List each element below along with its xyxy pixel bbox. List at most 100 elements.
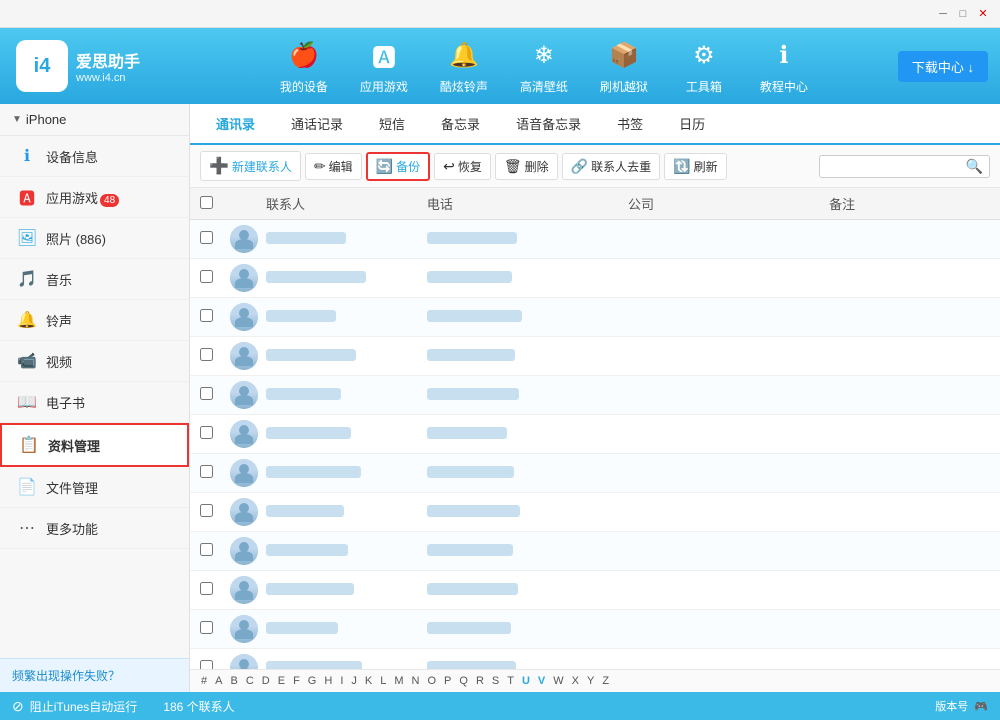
alpha-G[interactable]: G: [305, 674, 320, 688]
check-6[interactable]: [200, 465, 213, 478]
nav-item-apps-games[interactable]: 🅰 应用游戏: [344, 28, 424, 104]
find-duplicates-button[interactable]: 🔗 联系人去重: [562, 153, 660, 180]
row-checkbox-1[interactable]: [200, 270, 230, 286]
check-4[interactable]: [200, 387, 213, 400]
check-10[interactable]: [200, 621, 213, 634]
check-7[interactable]: [200, 504, 213, 517]
tab-contacts[interactable]: 通讯录: [198, 104, 273, 145]
close-button[interactable]: ✕: [974, 5, 992, 23]
alpha-Y[interactable]: Y: [584, 674, 597, 688]
sidebar-help[interactable]: 频繁出现操作失败？: [0, 658, 189, 692]
sidebar-item-device-info[interactable]: ℹ 设备信息: [0, 136, 189, 177]
alpha-V[interactable]: V: [535, 674, 548, 688]
sidebar-item-file-mgmt[interactable]: 📄 文件管理: [0, 467, 189, 508]
alpha-Q[interactable]: Q: [456, 674, 471, 688]
alpha-C[interactable]: C: [243, 674, 257, 688]
download-button[interactable]: 下载中心 ↓: [898, 51, 988, 82]
table-row[interactable]: [190, 571, 1000, 610]
new-contact-button[interactable]: ➕ 新建联系人: [200, 151, 301, 181]
row-checkbox-10[interactable]: [200, 621, 230, 637]
alpha-R[interactable]: R: [473, 674, 487, 688]
row-checkbox-6[interactable]: [200, 465, 230, 481]
row-checkbox-11[interactable]: [200, 660, 230, 669]
sidebar-item-photos[interactable]: 🖼 照片 (886): [0, 218, 189, 259]
check-11[interactable]: [200, 660, 213, 669]
alpha-H[interactable]: H: [321, 674, 335, 688]
row-checkbox-8[interactable]: [200, 543, 230, 559]
search-box[interactable]: 🔍: [819, 155, 990, 178]
check-2[interactable]: [200, 309, 213, 322]
alpha-N[interactable]: N: [409, 674, 423, 688]
table-row[interactable]: [190, 532, 1000, 571]
minimize-button[interactable]: ─: [934, 5, 952, 23]
table-row[interactable]: [190, 454, 1000, 493]
alpha-X[interactable]: X: [569, 674, 582, 688]
check-8[interactable]: [200, 543, 213, 556]
table-row[interactable]: [190, 298, 1000, 337]
alpha-D[interactable]: D: [259, 674, 273, 688]
sidebar-item-ebooks[interactable]: 📖 电子书: [0, 382, 189, 423]
row-checkbox-3[interactable]: [200, 348, 230, 364]
nav-item-wallpaper[interactable]: ❄ 高清壁纸: [504, 28, 584, 104]
row-checkbox-9[interactable]: [200, 582, 230, 598]
row-checkbox-2[interactable]: [200, 309, 230, 325]
table-row[interactable]: [190, 337, 1000, 376]
alpha-J[interactable]: J: [348, 674, 360, 688]
table-row[interactable]: [190, 220, 1000, 259]
tab-notes[interactable]: 备忘录: [423, 104, 498, 145]
alpha-B[interactable]: B: [227, 674, 240, 688]
nav-item-my-device[interactable]: 🍎 我的设备: [264, 28, 344, 104]
alpha-L[interactable]: L: [377, 674, 389, 688]
tab-call-log[interactable]: 通话记录: [273, 104, 361, 145]
check-0[interactable]: [200, 231, 213, 244]
maximize-button[interactable]: □: [954, 5, 972, 23]
search-input[interactable]: [826, 159, 966, 173]
table-row[interactable]: [190, 376, 1000, 415]
table-row[interactable]: [190, 649, 1000, 669]
table-row[interactable]: [190, 493, 1000, 532]
nav-item-jailbreak[interactable]: 📦 刷机越狱: [584, 28, 664, 104]
tab-calendar[interactable]: 日历: [661, 104, 723, 145]
row-checkbox-7[interactable]: [200, 504, 230, 520]
alpha-M[interactable]: M: [391, 674, 406, 688]
backup-button[interactable]: 🔄 备份: [366, 152, 430, 181]
tab-bookmarks[interactable]: 书签: [599, 104, 661, 145]
sidebar-item-music[interactable]: 🎵 音乐: [0, 259, 189, 300]
alpha-A[interactable]: A: [212, 674, 225, 688]
row-checkbox-5[interactable]: [200, 426, 230, 442]
alpha-W[interactable]: W: [550, 674, 566, 688]
table-row[interactable]: [190, 610, 1000, 649]
select-all-checkbox[interactable]: [200, 196, 213, 209]
row-checkbox-4[interactable]: [200, 387, 230, 403]
sidebar-item-data-mgmt[interactable]: 📋 资料管理: [0, 423, 189, 467]
restore-button[interactable]: ↩ 恢复: [434, 153, 491, 180]
alpha-F[interactable]: F: [290, 674, 303, 688]
search-icon[interactable]: 🔍: [966, 158, 983, 175]
check-5[interactable]: [200, 426, 213, 439]
sidebar-item-apps[interactable]: 🅰 应用游戏48: [0, 177, 189, 218]
table-row[interactable]: [190, 415, 1000, 454]
alpha-T[interactable]: T: [504, 674, 517, 688]
alpha-E[interactable]: E: [275, 674, 288, 688]
alpha-#[interactable]: #: [198, 674, 210, 688]
alpha-O[interactable]: O: [424, 674, 439, 688]
alpha-I[interactable]: I: [337, 674, 346, 688]
tab-voice-notes[interactable]: 语音备忘录: [498, 104, 599, 145]
tab-sms[interactable]: 短信: [361, 104, 423, 145]
sidebar-item-ringtones[interactable]: 🔔 铃声: [0, 300, 189, 341]
edit-button[interactable]: ✏ 编辑: [305, 153, 362, 180]
nav-item-tutorials[interactable]: ℹ 教程中心: [744, 28, 824, 104]
row-checkbox-0[interactable]: [200, 231, 230, 247]
alpha-U[interactable]: U: [519, 674, 533, 688]
delete-button[interactable]: 🗑 删除: [495, 153, 558, 180]
alpha-P[interactable]: P: [441, 674, 454, 688]
refresh-button[interactable]: 🔃 刷新: [664, 153, 726, 180]
nav-item-ringtones[interactable]: 🔔 酷炫铃声: [424, 28, 504, 104]
sidebar-item-more[interactable]: ⋯ 更多功能: [0, 508, 189, 549]
sidebar-item-video[interactable]: 📹 视频: [0, 341, 189, 382]
check-1[interactable]: [200, 270, 213, 283]
check-9[interactable]: [200, 582, 213, 595]
alpha-Z[interactable]: Z: [599, 674, 612, 688]
alpha-S[interactable]: S: [489, 674, 502, 688]
nav-item-toolbox[interactable]: ⚙ 工具箱: [664, 28, 744, 104]
